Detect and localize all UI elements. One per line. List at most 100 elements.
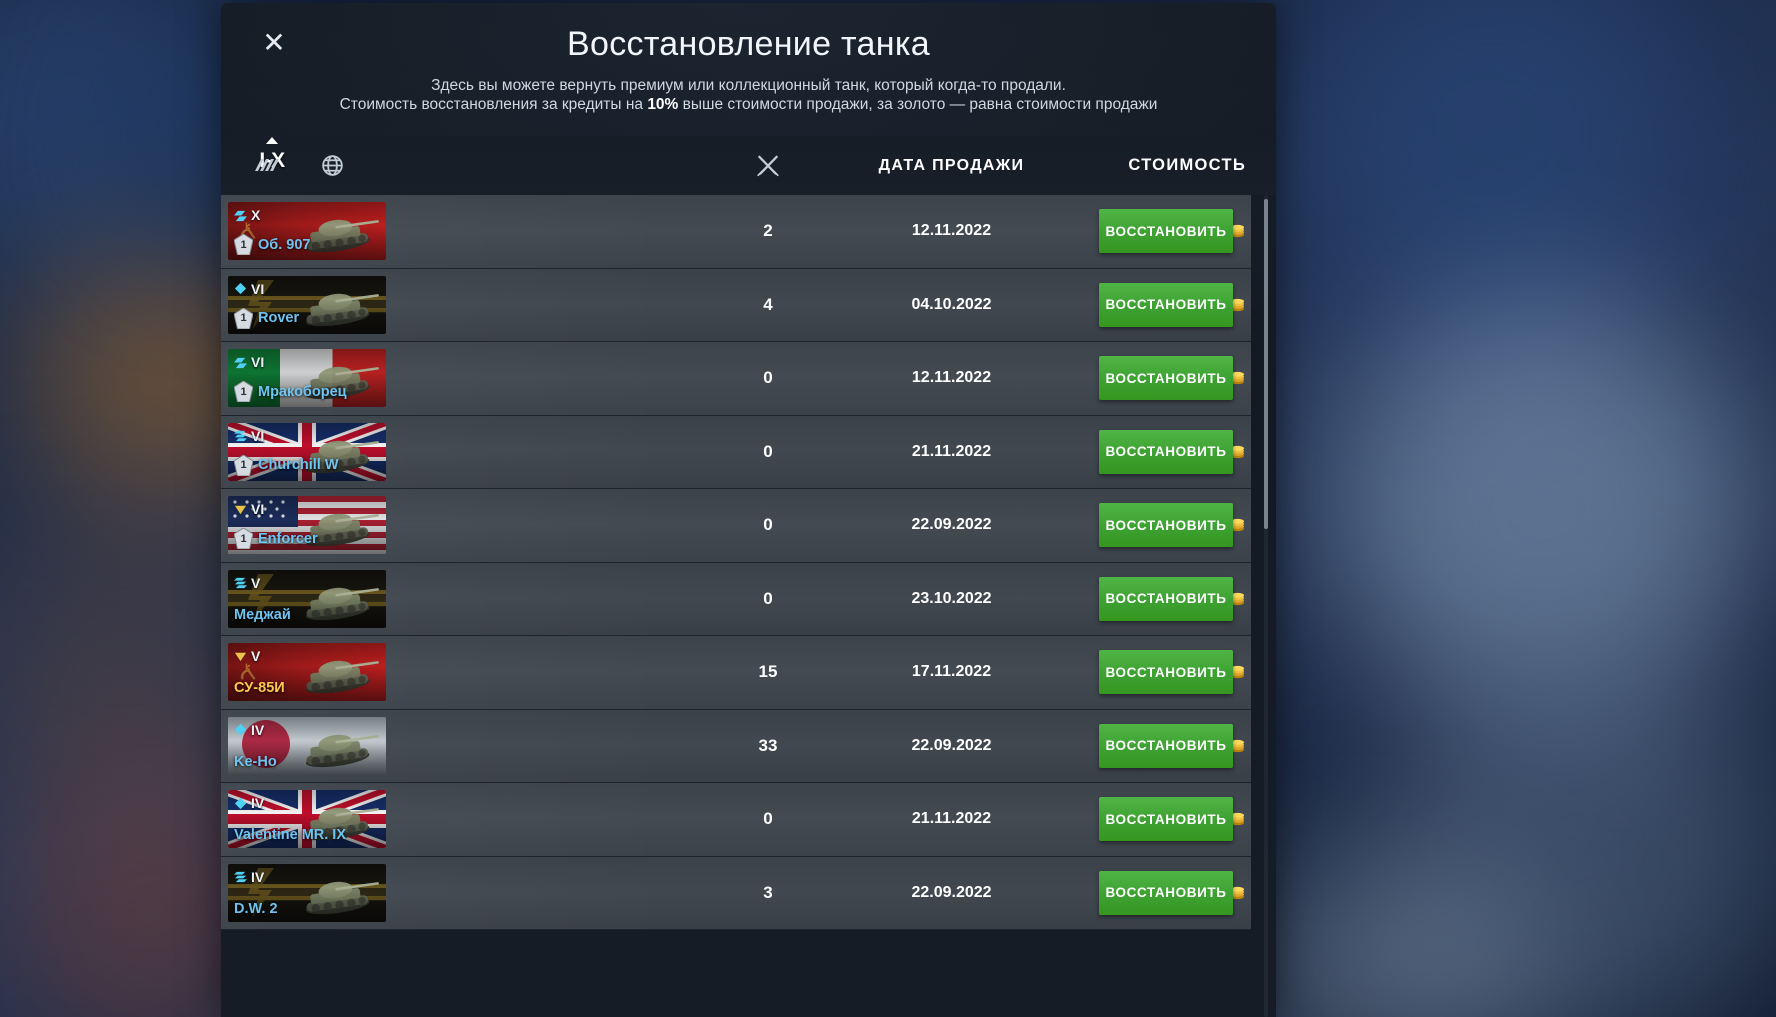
table-row[interactable]: VI1Rover404.10.2022500ВОССТАНОВИТЬ [221, 268, 1251, 342]
tank-chip[interactable]: IV Ke-Ho [228, 716, 386, 775]
restore-button[interactable]: ВОССТАНОВИТЬ [1099, 282, 1233, 327]
tank-name: Меджай [234, 607, 291, 623]
table-row[interactable]: VМеджай023.10.2022250ВОССТАНОВИТЬ [221, 562, 1251, 636]
tank-tier: IV [234, 869, 264, 885]
restore-button[interactable]: ВОССТАНОВИТЬ [1099, 650, 1233, 695]
tank-tier: IV [234, 722, 264, 738]
restore-button[interactable]: ВОССТАНОВИТЬ [1099, 870, 1233, 915]
tank-name-label: Меджай [234, 606, 291, 623]
class-heavy-icon [234, 724, 247, 736]
tank-chip[interactable]: V СУ-85И [228, 643, 386, 702]
tank-chip[interactable]: VI 1 Enforcer [228, 496, 386, 555]
sale-date: 22.09.2022 [911, 736, 992, 754]
tank-name: 1 Churchill W [234, 454, 339, 476]
class-medium-icon [234, 431, 247, 442]
tank-name-label: Enforcer [258, 530, 318, 547]
tank-tier: VI [234, 501, 264, 517]
crew-badge-count: 1 [240, 459, 247, 472]
battles-count: 0 [763, 441, 773, 461]
tank-name-label: Мракоборец [258, 383, 347, 400]
sale-date: 23.10.2022 [911, 589, 992, 607]
column-header-bar: I-X ДАТА ПРОДАЖИ СТОИМОСТЬ [221, 136, 1276, 195]
tank-name: 1 Enforcer [234, 528, 318, 550]
sale-date: 21.11.2022 [911, 810, 992, 828]
tank-name: Valentine MR. IX [234, 827, 346, 843]
tank-name-label: Churchill W [258, 457, 339, 474]
list-scrollbar-thumb[interactable] [1264, 199, 1268, 529]
sale-date: 22.09.2022 [911, 516, 992, 534]
nation-filter[interactable] [312, 146, 352, 186]
tank-chip[interactable]: IV D.W. 2 [228, 863, 386, 922]
crew-badge-count: 1 [240, 312, 247, 325]
crew-badge: 1 [234, 307, 253, 329]
tank-tier-label: VI [251, 354, 265, 371]
sale-date: 12.11.2022 [911, 369, 992, 387]
subtitle-pre: Стоимость восстановления за кредиты на [339, 96, 648, 113]
tank-chip[interactable]: VI 1 Churchill W [228, 422, 386, 481]
tank-tier-label: V [251, 648, 261, 665]
restorable-tanks-list[interactable]: X1Об. 907212.11.20227 500ВОССТАНОВИТЬVI1… [221, 195, 1251, 1017]
subtitle-post: выше стоимости продажи, за золото — равн… [678, 96, 1158, 113]
tank-tier-label: VI [251, 501, 265, 518]
table-row[interactable]: VI1Мракоборец012.11.2022500ВОССТАНОВИТЬ [221, 342, 1251, 416]
class-tank-destroyer-icon [234, 357, 247, 368]
page-title: Восстановление танка [567, 25, 930, 63]
tank-tier: IV [234, 795, 264, 811]
table-row[interactable]: VI1Enforcer022.09.2022500ВОССТАНОВИТЬ [221, 489, 1251, 563]
tank-chip[interactable]: V Меджай [228, 569, 386, 628]
column-header-sale-date[interactable]: ДАТА ПРОДАЖИ [849, 136, 1054, 195]
class-spg-icon [234, 652, 247, 661]
table-row[interactable]: IVKe-Ho3322.09.2022100ВОССТАНОВИТЬ [221, 709, 1251, 783]
restore-button[interactable]: ВОССТАНОВИТЬ [1099, 797, 1233, 842]
restore-button[interactable]: ВОССТАНОВИТЬ [1099, 723, 1233, 768]
crew-badge-count: 1 [240, 532, 247, 545]
restore-button[interactable]: ВОССТАНОВИТЬ [1099, 209, 1233, 254]
class-spg-icon [234, 505, 247, 514]
battles-count: 0 [763, 588, 773, 608]
tank-name: Ke-Ho [234, 754, 277, 770]
dialog-subtitle-line-2: Стоимость восстановления за кредиты на 1… [221, 96, 1276, 114]
tank-name: 1 Мракоборец [234, 381, 347, 403]
tank-chip[interactable]: IV Valentine MR. IX [228, 790, 386, 849]
tank-chip[interactable]: VI 1 Rover [228, 275, 386, 334]
tank-tier: X [234, 207, 260, 223]
tank-name: D.W. 2 [234, 901, 278, 917]
tank-class-filter[interactable] [246, 146, 286, 186]
table-row[interactable]: IVD.W. 2322.09.2022100ВОССТАНОВИТЬ [221, 856, 1251, 930]
tank-tier-label: VI [251, 280, 265, 297]
restore-button[interactable]: ВОССТАНОВИТЬ [1099, 503, 1233, 548]
tank-tier: V [234, 575, 260, 591]
table-row[interactable]: VI1Churchill W021.11.2022500ВОССТАНОВИТЬ [221, 415, 1251, 489]
tank-name-label: СУ-85И [234, 680, 285, 697]
crew-badge-count: 1 [240, 385, 247, 398]
restore-button[interactable]: ВОССТАНОВИТЬ [1099, 576, 1233, 621]
tank-chip[interactable]: X 1 Об. 907 [228, 202, 386, 261]
crew-badge: 1 [234, 528, 253, 550]
class-tank-destroyer-icon [234, 210, 247, 221]
tank-name-label: Ke-Ho [234, 753, 277, 770]
class-medium-icon [234, 578, 247, 589]
dialog-subtitle-line-1: Здесь вы можете вернуть премиум или колл… [431, 77, 1066, 94]
tank-name: 1 Об. 907 [234, 234, 311, 256]
column-header-battles[interactable] [708, 136, 828, 195]
restore-button[interactable]: ВОССТАНОВИТЬ [1099, 356, 1233, 401]
tank-tier-label: VI [251, 427, 265, 444]
restore-tank-dialog: ✕ Восстановление танка Здесь вы можете в… [221, 3, 1276, 1017]
sale-date: 17.11.2022 [911, 663, 992, 681]
tank-tier: VI [234, 428, 264, 444]
tank-name-label: Valentine MR. IX [234, 827, 346, 844]
tank-chip[interactable]: VI 1 Мракоборец [228, 349, 386, 408]
column-header-cost[interactable]: СТОИМОСТЬ [1071, 136, 1246, 195]
table-row[interactable]: IVValentine MR. IX021.11.2022100ВОССТАНО… [221, 783, 1251, 857]
crew-badge: 1 [234, 234, 253, 256]
table-row[interactable]: VСУ-85И1517.11.2022506 000ВОССТАНОВИТЬ [221, 636, 1251, 710]
restore-button[interactable]: ВОССТАНОВИТЬ [1099, 429, 1233, 474]
class-medium-icon [234, 872, 247, 883]
tank-name-label: D.W. 2 [234, 900, 278, 917]
tank-tier: VI [234, 354, 264, 370]
battles-count: 33 [758, 735, 778, 755]
tank-tier: VI [234, 281, 264, 297]
tank-tier-label: V [251, 574, 261, 591]
table-row[interactable]: X1Об. 907212.11.20227 500ВОССТАНОВИТЬ [221, 195, 1251, 269]
class-heavy-icon [234, 283, 247, 295]
